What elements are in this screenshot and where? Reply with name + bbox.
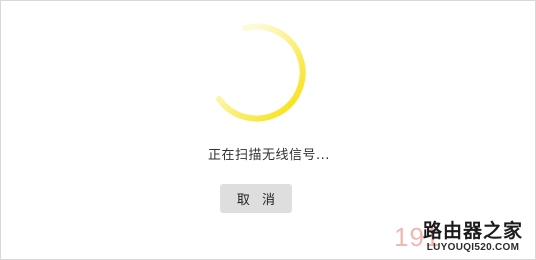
loading-spinner-icon (216, 23, 306, 122)
cancel-button[interactable]: 取 消 (220, 184, 292, 213)
watermark-title: 路由器之家 (422, 220, 523, 242)
watermark-url: LUYOUQI520.COM (426, 242, 520, 253)
watermark-logo: 路由器之家 LUYOUQI520.COM (418, 220, 528, 254)
scanning-status-text: 正在扫描无线信号... (208, 148, 330, 163)
